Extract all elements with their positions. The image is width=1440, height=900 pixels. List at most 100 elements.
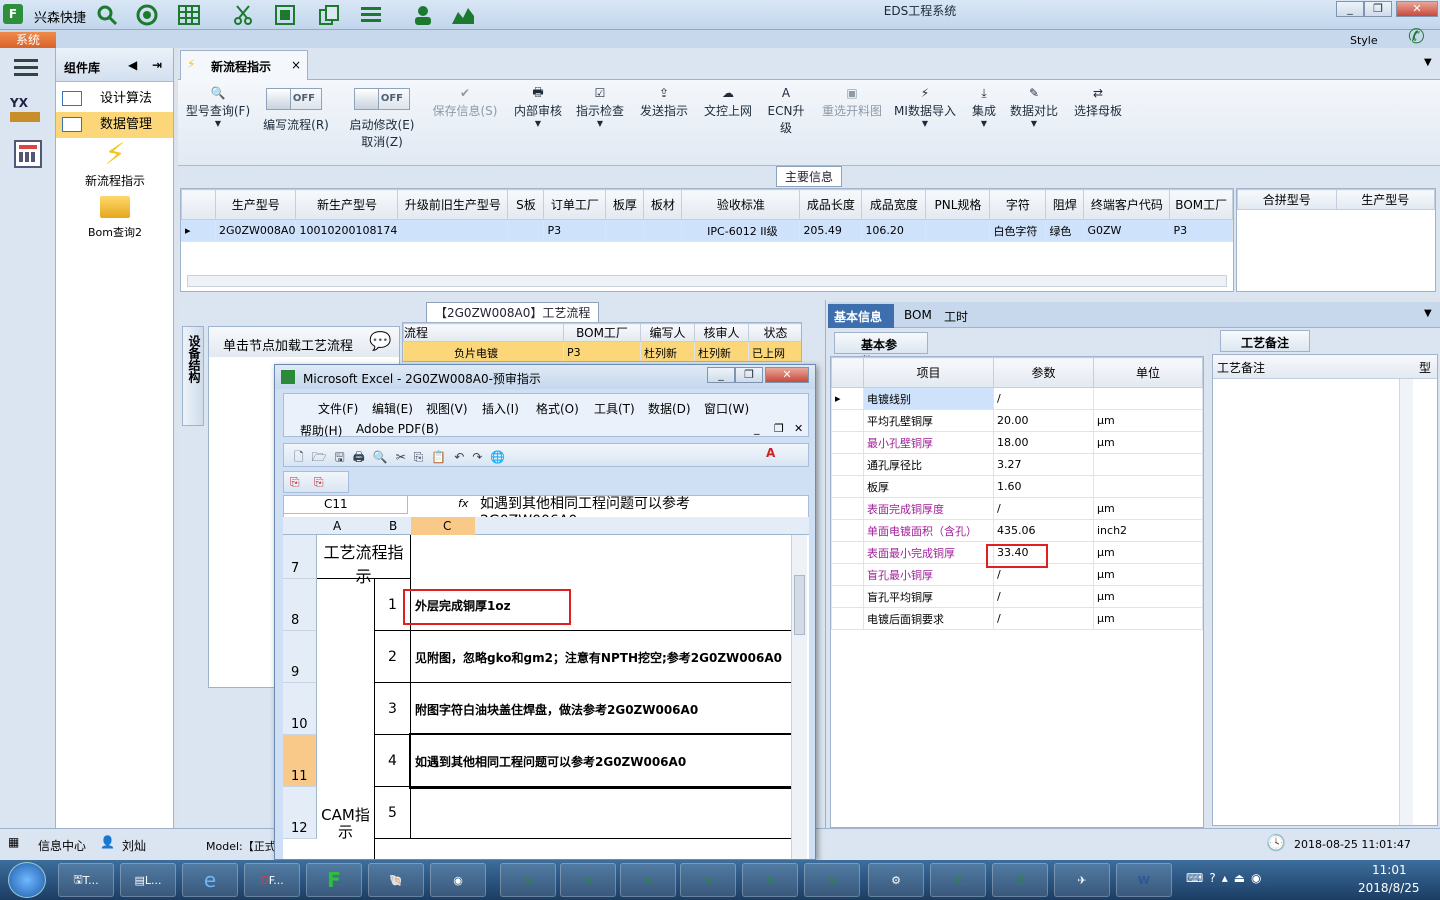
model-query-button[interactable]: 🔍 型号查询(F) ▼ xyxy=(184,84,252,128)
tab-basic-info[interactable]: 基本信息 xyxy=(828,304,894,328)
column-header[interactable]: B xyxy=(389,519,397,533)
phone-icon[interactable]: ✆ xyxy=(1408,24,1425,48)
param-value[interactable]: / xyxy=(993,497,1094,520)
ecn-upgrade-button[interactable]: A ECN升级 xyxy=(762,84,810,136)
column-header[interactable]: 新生产型号 xyxy=(295,189,399,220)
step-number-cell[interactable]: 2 xyxy=(375,631,411,683)
chevron-down-icon[interactable]: ▼ xyxy=(1424,308,1432,319)
style-menu[interactable]: Style xyxy=(1350,34,1378,47)
integrate-button[interactable]: ⤓ 集成 ▼ xyxy=(966,84,1002,129)
param-value[interactable]: 18.00 xyxy=(993,431,1094,454)
component-item-data[interactable]: 数据管理 xyxy=(56,112,173,138)
tab-bom[interactable]: BOM xyxy=(898,304,938,326)
step-text-cell[interactable]: 附图字符白油块盖住焊盘，做法参考2G0ZW006A0 xyxy=(411,683,791,735)
step-text-cell[interactable] xyxy=(411,787,791,839)
list-icon[interactable] xyxy=(358,3,384,27)
menu-data[interactable]: 数据(D) xyxy=(648,400,691,417)
table-cell[interactable]: 杜列新 xyxy=(694,341,750,361)
param-unit[interactable]: μm xyxy=(1093,431,1203,454)
param-unit[interactable]: μm xyxy=(1093,585,1203,608)
taskbar-ie[interactable]: e xyxy=(182,863,238,897)
launcher-new-flow[interactable]: ⚡ 新流程指示 xyxy=(56,138,174,189)
param-unit[interactable] xyxy=(1093,387,1203,410)
table-cell[interactable]: P3 xyxy=(562,341,642,361)
column-header[interactable]: 编写人 xyxy=(640,323,696,342)
taskbar-eds[interactable]: F xyxy=(306,863,362,897)
column-header[interactable]: 阻焊 xyxy=(1045,189,1085,220)
excel-minimize-button[interactable]: _ xyxy=(707,367,735,383)
column-header[interactable]: BOM工厂 xyxy=(1169,189,1233,220)
column-header[interactable]: 生产型号 xyxy=(214,189,297,220)
param-row[interactable]: 平均孔壁铜厚 20.00 μm xyxy=(831,409,1203,432)
tab-hours[interactable]: 工时 xyxy=(938,304,974,329)
param-row[interactable]: 通孔厚径比 3.27 xyxy=(831,453,1203,476)
doc-upload-button[interactable]: ☁ 文控上网 xyxy=(698,84,758,119)
menu-edit[interactable]: 编辑(E) xyxy=(372,400,413,417)
step-number-cell[interactable]: 3 xyxy=(375,683,411,735)
hamburger-menu-icon[interactable] xyxy=(14,58,40,81)
tab-process-notes[interactable]: 工艺备注 xyxy=(1220,330,1310,352)
param-item[interactable]: 表面最小完成铜厚 xyxy=(863,541,994,564)
param-item[interactable]: 平均孔壁铜厚 xyxy=(863,409,994,432)
taskbar-item[interactable]: ▤ L... xyxy=(120,863,176,897)
column-header[interactable]: 成品宽度 xyxy=(861,189,927,220)
column-header[interactable]: 单位 xyxy=(1093,357,1203,388)
param-value[interactable]: / xyxy=(993,607,1094,630)
data-compare-button[interactable]: ✎ 数据对比 ▼ xyxy=(1008,84,1060,128)
copy-icon[interactable] xyxy=(316,3,342,27)
taskbar-excel-window[interactable]: ✕ xyxy=(804,863,860,897)
table-cell[interactable]: IPC-6012 II级 xyxy=(681,219,801,242)
table-cell[interactable]: G0ZW xyxy=(1083,219,1171,242)
calculator-icon[interactable] xyxy=(14,140,42,168)
taskbar-chat[interactable]: ✈ xyxy=(1054,863,1110,897)
cancel-button[interactable]: 取消(Z) xyxy=(342,133,422,150)
write-flow-toggle[interactable]: OFF xyxy=(266,88,322,110)
film-icon[interactable] xyxy=(272,3,298,27)
menu-insert[interactable]: 插入(I) xyxy=(482,400,519,417)
tab-new-flow[interactable]: ⚡ 新流程指示 × xyxy=(180,50,308,80)
standard-toolbar-icons[interactable]: 🗋🗁🖫🖨🔍✂⎘📋↶↷🌐 xyxy=(294,448,513,469)
param-unit[interactable] xyxy=(1093,475,1203,498)
column-header[interactable]: 项目 xyxy=(863,357,994,388)
row-header[interactable]: 8 xyxy=(283,579,317,631)
taskbar-item[interactable]: G F... xyxy=(244,863,300,897)
table-cell[interactable] xyxy=(925,219,991,242)
search-icon[interactable] xyxy=(94,3,120,27)
internal-review-button[interactable]: 🖶 内部审核 ▼ xyxy=(510,84,566,129)
column-header[interactable]: 成品长度 xyxy=(799,189,863,220)
taskbar-excel-window[interactable]: ✕ xyxy=(500,863,556,897)
restore-button[interactable]: ❐ xyxy=(1364,1,1392,17)
menu-help[interactable]: 帮助(H) xyxy=(300,422,342,439)
param-item[interactable]: 通孔厚径比 xyxy=(863,453,994,476)
column-header[interactable]: 流程 xyxy=(403,323,564,342)
taskbar-excel-window[interactable]: ✕ xyxy=(742,863,798,897)
launcher-bom-query[interactable]: Bom查询2 xyxy=(56,196,174,240)
menu-window[interactable]: 窗口(W) xyxy=(704,400,749,417)
column-header[interactable]: 板材 xyxy=(643,189,683,220)
mi-import-button[interactable]: ⚡ MI数据导入 ▼ xyxy=(892,84,958,128)
table-row[interactable]: ▸ 2G0ZW008A0 10010200108174 P3 IPC-6012 … xyxy=(181,219,1233,242)
table-cell[interactable]: 杜列新 xyxy=(640,341,696,361)
param-unit[interactable]: μm xyxy=(1093,541,1203,564)
param-unit[interactable]: μm xyxy=(1093,409,1203,432)
doc-restore-icon[interactable]: ❐ xyxy=(774,422,784,435)
column-header[interactable]: 核审人 xyxy=(694,323,750,342)
column-header[interactable]: 升级前旧生产型号 xyxy=(397,189,509,220)
param-unit[interactable]: μm xyxy=(1093,497,1203,520)
param-item[interactable]: 表面完成铜厚度 xyxy=(863,497,994,520)
sheet-header-cell[interactable]: 工艺流程指示 xyxy=(317,535,411,586)
taskbar-word[interactable]: W xyxy=(1116,863,1172,897)
pdf-icon[interactable]: ⎘ xyxy=(290,475,300,490)
column-header[interactable]: 生产型号 xyxy=(1335,189,1435,210)
param-value[interactable]: 1.60 xyxy=(993,475,1094,498)
taskbar-app[interactable]: ⚙ xyxy=(868,863,924,897)
vertical-scrollbar[interactable] xyxy=(1399,379,1413,825)
table-cell[interactable]: 106.20 xyxy=(861,219,927,242)
step-number-cell[interactable]: 5 xyxy=(375,787,411,839)
pin-icon[interactable]: ⇥ xyxy=(152,58,162,72)
param-value[interactable]: / xyxy=(993,585,1094,608)
table-cell[interactable]: 负片电镀 xyxy=(403,341,564,361)
side-tab-structure[interactable]: 设备结构 xyxy=(182,326,204,426)
param-row[interactable]: 盲孔平均铜厚 / μm xyxy=(831,585,1203,608)
row-header[interactable]: 7 xyxy=(283,535,317,579)
